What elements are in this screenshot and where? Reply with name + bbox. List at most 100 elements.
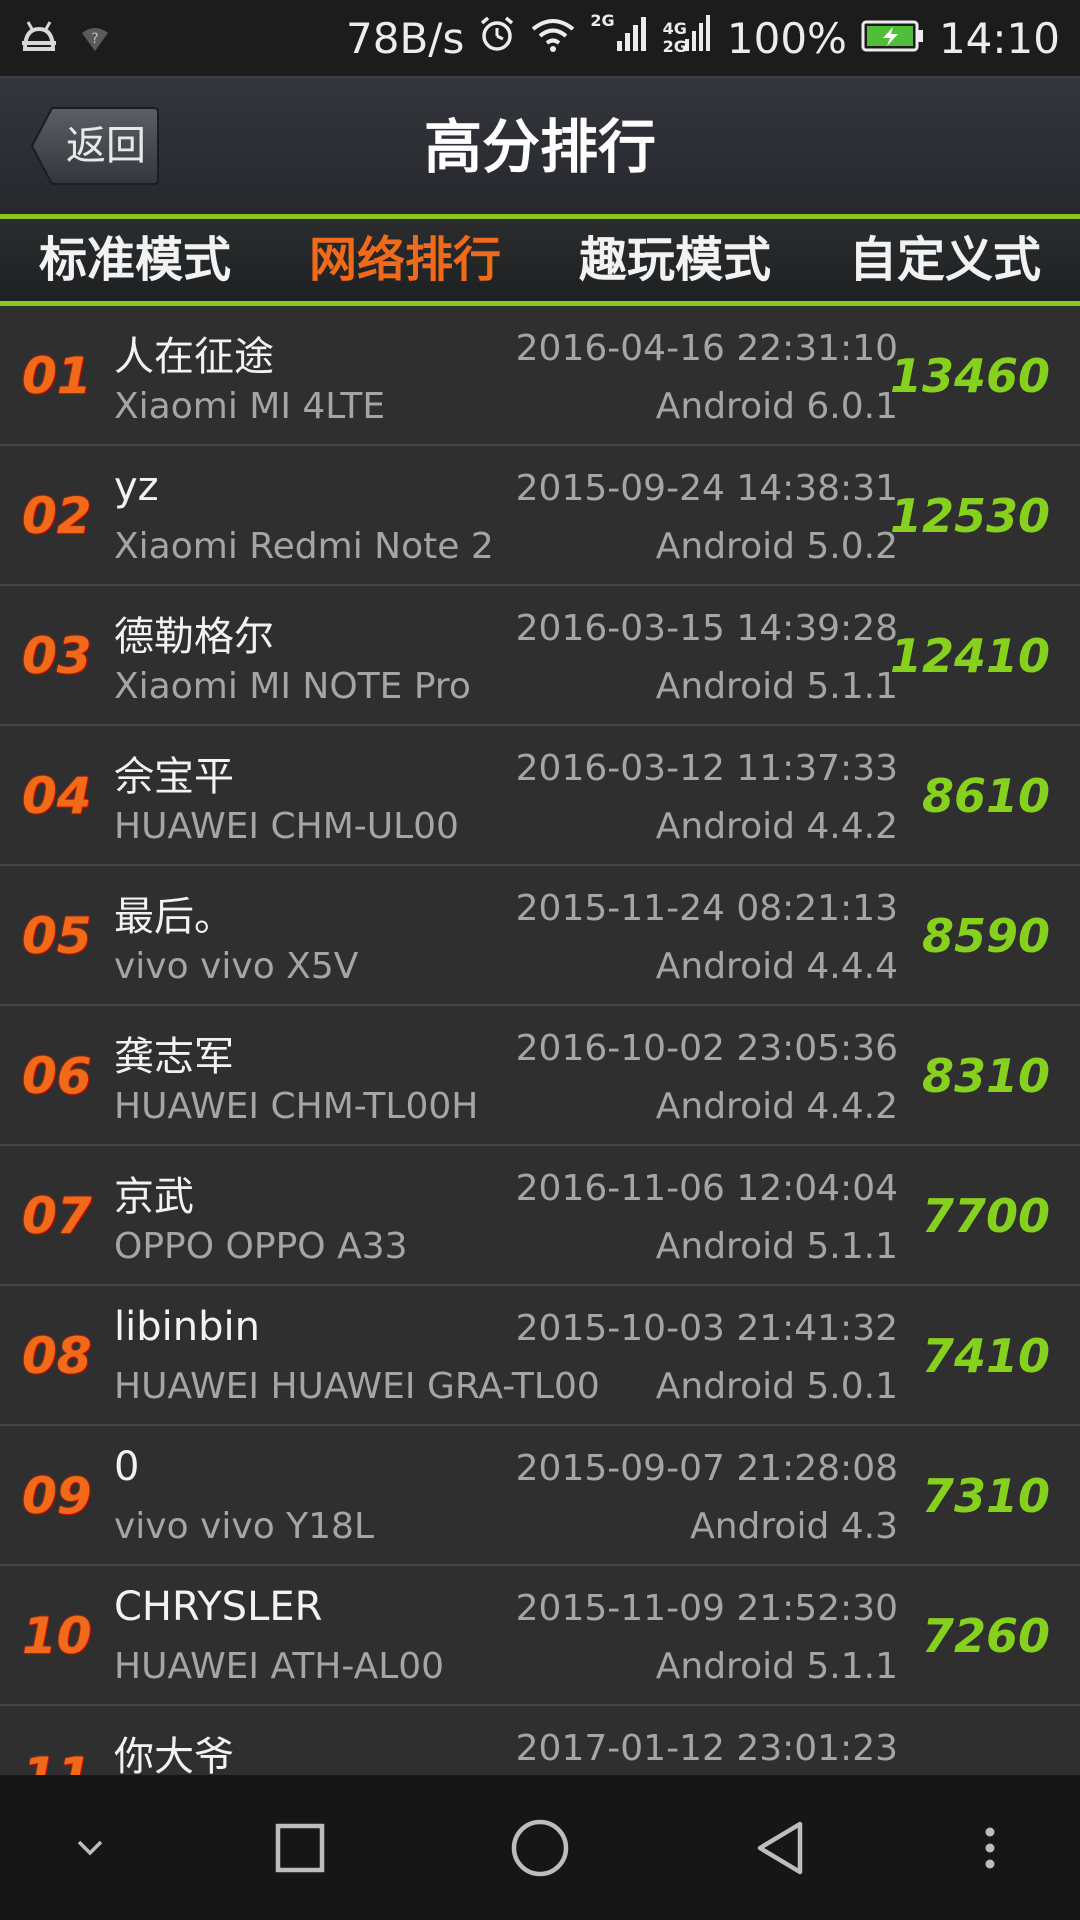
more-vert-icon[interactable] bbox=[950, 1775, 1030, 1920]
battery-charging-icon bbox=[861, 14, 925, 63]
device-model: HUAWEI CHM-TL00H bbox=[114, 1086, 479, 1127]
device-model: HUAWEI ATH-AL00 bbox=[114, 1646, 445, 1687]
score-datetime: 2016-03-15 14:39:28 bbox=[515, 608, 898, 649]
score-value: 7260 bbox=[921, 1609, 1050, 1663]
player-name: libinbin bbox=[114, 1304, 260, 1350]
rank-number: 09 bbox=[22, 1467, 92, 1525]
score-value: 8310 bbox=[921, 1049, 1050, 1103]
device-model: vivo vivo X5V bbox=[114, 946, 359, 987]
score-datetime: 2015-11-24 08:21:13 bbox=[515, 888, 898, 929]
android-version: Android 5.0.2 bbox=[655, 526, 898, 567]
device-model: Xiaomi MI 4LTE bbox=[114, 386, 386, 427]
device-model: HUAWEI CHM-UL00 bbox=[114, 806, 459, 847]
tab-fun-mode[interactable]: 趣玩模式 bbox=[540, 219, 810, 301]
player-name: 0 bbox=[114, 1444, 140, 1490]
android-debug-icon bbox=[20, 14, 58, 63]
score-value: 12530 bbox=[889, 489, 1050, 543]
chevron-down-icon[interactable] bbox=[40, 1775, 140, 1920]
score-datetime: 2017-01-12 23:01:23 bbox=[515, 1728, 898, 1769]
score-datetime: 2015-09-24 14:38:31 bbox=[515, 468, 898, 509]
wifi-question-icon: ? bbox=[80, 14, 110, 63]
android-version: Android 5.0.1 bbox=[655, 1366, 898, 1407]
rank-number: 02 bbox=[22, 487, 92, 545]
rank-number: 08 bbox=[22, 1327, 92, 1385]
ranking-list[interactable]: 01 人在征途 Xiaomi MI 4LTE 2016-04-16 22:31:… bbox=[0, 306, 1080, 1775]
score-datetime: 2015-11-09 21:52:30 bbox=[515, 1588, 898, 1629]
score-value: 8590 bbox=[921, 909, 1050, 963]
app-header: 返回 高分排行 bbox=[0, 76, 1080, 214]
rank-number: 04 bbox=[22, 767, 92, 825]
rank-number: 10 bbox=[22, 1607, 92, 1665]
android-version: Android 4.3 bbox=[690, 1506, 898, 1547]
player-name: 龚志军 bbox=[114, 1034, 234, 1080]
device-model: vivo vivo Y18L bbox=[114, 1506, 375, 1547]
score-datetime: 2015-10-03 21:41:32 bbox=[515, 1308, 898, 1349]
player-name: yz bbox=[114, 464, 159, 510]
score-value: 7410 bbox=[921, 1329, 1050, 1383]
ranking-row: 08 libinbin HUAWEI HUAWEI GRA-TL00 2015-… bbox=[0, 1286, 1080, 1426]
android-version: Android 6.0.1 bbox=[655, 386, 898, 427]
player-name: 最后。 bbox=[114, 894, 234, 940]
home-circle-icon[interactable] bbox=[490, 1775, 590, 1920]
android-version: Android 5.1.1 bbox=[655, 1226, 898, 1267]
score-value: 8610 bbox=[921, 769, 1050, 823]
ranking-row: 04 佘宝平 HUAWEI CHM-UL00 2016-03-12 11:37:… bbox=[0, 726, 1080, 866]
android-version: Android 5.1.1 bbox=[655, 1646, 898, 1687]
alarm-icon bbox=[478, 14, 516, 63]
device-model: HUAWEI HUAWEI GRA-TL00 bbox=[114, 1366, 600, 1407]
clock: 14:10 bbox=[938, 13, 1060, 63]
ranking-row: 07 京武 OPPO OPPO A33 2016-11-06 12:04:04 … bbox=[0, 1146, 1080, 1286]
system-nav-bar bbox=[0, 1775, 1080, 1920]
score-datetime: 2016-03-12 11:37:33 bbox=[515, 748, 898, 789]
player-name: CHRYSLER bbox=[114, 1584, 323, 1630]
tab-network-ranking[interactable]: 网络排行 bbox=[270, 219, 540, 301]
ranking-row: 02 yz Xiaomi Redmi Note 2 2015-09-24 14:… bbox=[0, 446, 1080, 586]
rank-number: 06 bbox=[22, 1047, 92, 1105]
android-version: Android 4.4.2 bbox=[655, 1086, 898, 1127]
tab-custom-mode[interactable]: 自定义式 bbox=[810, 219, 1080, 301]
player-name: 人在征途 bbox=[114, 334, 274, 380]
net-speed: 78B/s bbox=[346, 13, 465, 63]
mode-tabs: 标准模式 网络排行 趣玩模式 自定义式 bbox=[0, 214, 1080, 306]
ranking-row: 05 最后。 vivo vivo X5V 2015-11-24 08:21:13… bbox=[0, 866, 1080, 1006]
player-name: 德勒格尔 bbox=[114, 614, 274, 660]
score-datetime: 2016-10-02 23:05:36 bbox=[515, 1028, 898, 1069]
device-model: Xiaomi MI NOTE Pro bbox=[114, 666, 471, 707]
ranking-row: 09 0 vivo vivo Y18L 2015-09-07 21:28:08 … bbox=[0, 1426, 1080, 1566]
ranking-row: 11 你大爷 2017-01-12 23:01:23 bbox=[0, 1706, 1080, 1775]
score-datetime: 2015-09-07 21:28:08 bbox=[515, 1448, 898, 1489]
score-value: 7310 bbox=[921, 1469, 1050, 1523]
score-value: 7700 bbox=[921, 1189, 1050, 1243]
ranking-row: 01 人在征途 Xiaomi MI 4LTE 2016-04-16 22:31:… bbox=[0, 306, 1080, 446]
rank-number: 11 bbox=[22, 1706, 92, 1775]
score-value: 13460 bbox=[889, 349, 1050, 403]
status-bar: ? 78B/s 2G 4G 2G 100% 14:10 bbox=[0, 0, 1080, 76]
device-model: OPPO OPPO A33 bbox=[114, 1226, 408, 1267]
ranking-row: 10 CHRYSLER HUAWEI ATH-AL00 2015-11-09 2… bbox=[0, 1566, 1080, 1706]
wifi-icon bbox=[530, 14, 576, 63]
signal-2-icon bbox=[683, 13, 713, 63]
recents-square-icon[interactable] bbox=[250, 1775, 350, 1920]
android-version: Android 4.4.4 bbox=[655, 946, 898, 987]
player-name: 你大爷 bbox=[114, 1734, 234, 1775]
player-name: 京武 bbox=[114, 1174, 194, 1220]
rank-number: 05 bbox=[22, 907, 92, 965]
rank-number: 01 bbox=[22, 347, 92, 405]
score-datetime: 2016-11-06 12:04:04 bbox=[515, 1168, 898, 1209]
rank-number: 07 bbox=[22, 1187, 92, 1245]
svg-text:?: ? bbox=[91, 31, 98, 47]
page-title: 高分排行 bbox=[423, 113, 656, 181]
tab-standard-mode[interactable]: 标准模式 bbox=[0, 219, 270, 301]
signal-icon bbox=[615, 13, 649, 63]
android-version: Android 5.1.1 bbox=[655, 666, 898, 707]
battery-percent: 100% bbox=[726, 13, 847, 63]
player-name: 佘宝平 bbox=[114, 754, 234, 800]
android-version: Android 4.4.2 bbox=[655, 806, 898, 847]
ranking-row: 06 龚志军 HUAWEI CHM-TL00H 2016-10-02 23:05… bbox=[0, 1006, 1080, 1146]
net-type-label: 2G bbox=[590, 11, 615, 30]
back-triangle-icon[interactable] bbox=[730, 1775, 830, 1920]
rank-number: 03 bbox=[22, 627, 92, 685]
score-datetime: 2016-04-16 22:31:10 bbox=[515, 328, 898, 369]
score-value: 12410 bbox=[889, 629, 1050, 683]
device-model: Xiaomi Redmi Note 2 bbox=[114, 526, 494, 567]
